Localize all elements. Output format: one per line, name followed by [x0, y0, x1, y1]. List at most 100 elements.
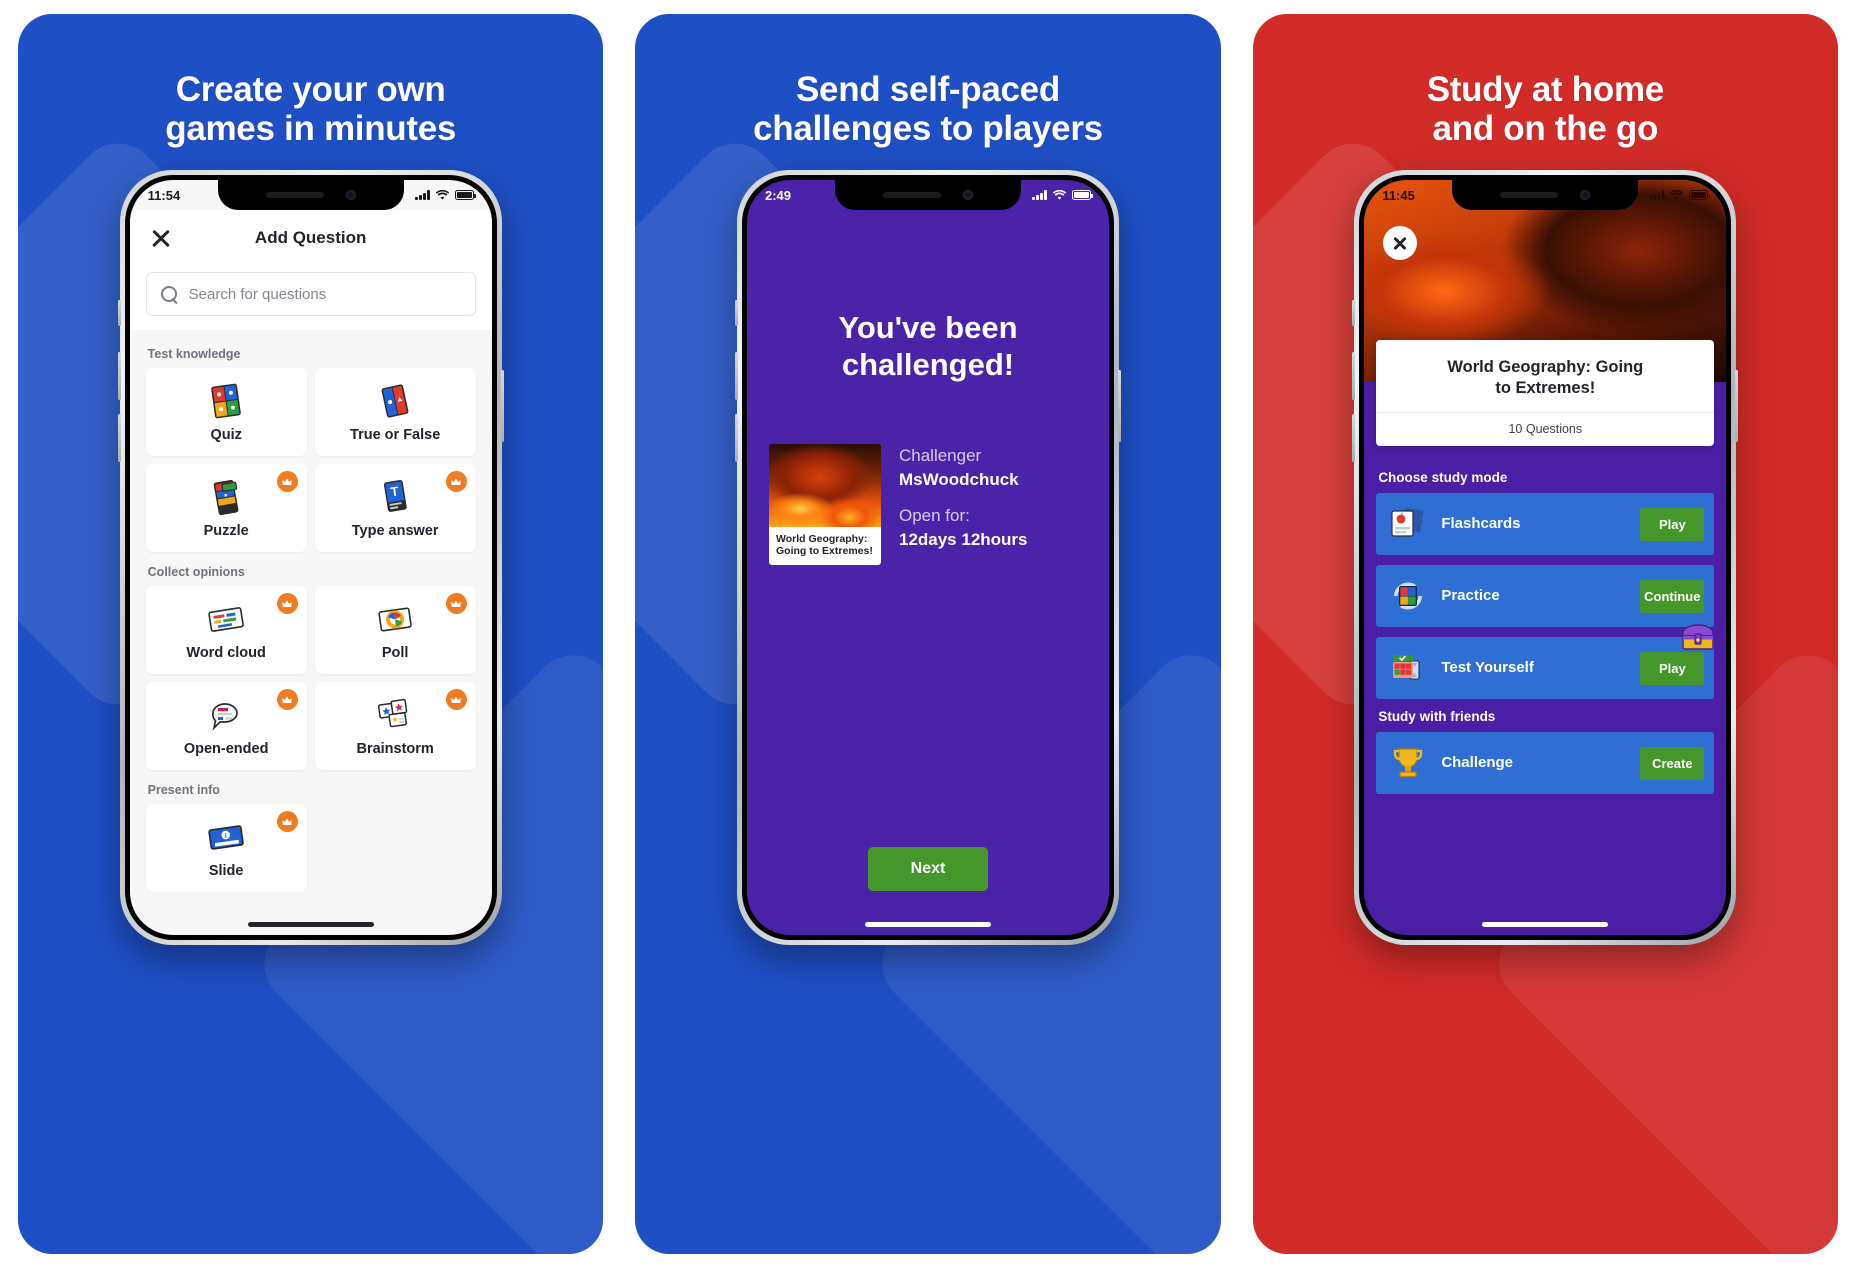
tile-grid-collect-opinions: Word cloud Poll Open-ended Brainstorm [145, 586, 476, 771]
close-icon[interactable] [148, 225, 174, 251]
brainstorm-icon [374, 695, 416, 735]
open-ended-icon [205, 695, 247, 735]
title-line-2: to Extremes! [1495, 378, 1596, 397]
phone-mockup-3: 11:45 World Geography: Going to Extremes… [1352, 170, 1739, 946]
treasure-chest-icon [1678, 621, 1718, 655]
section-label-study-mode: Choose study mode [1378, 470, 1508, 486]
group-label-test-knowledge: Test knowledge [147, 347, 241, 362]
challenge-details: World Geography: Going to Extremes! Chal… [747, 443, 1109, 566]
headline-line-1: You've been [838, 310, 1018, 346]
mode-row-test-yourself[interactable]: Test Yourself Play [1376, 624, 1715, 700]
true-false-icon [374, 381, 416, 421]
tile-brainstorm[interactable]: Brainstorm [314, 682, 476, 771]
status-icons [414, 189, 476, 201]
tile-type-answer[interactable]: T Type answer [314, 464, 476, 553]
type-answer-icon: T [374, 477, 416, 517]
cellular-signal-icon [1649, 190, 1665, 201]
mode-row-flashcards[interactable]: Flashcards Play [1376, 493, 1715, 556]
app-store-screenshot-gallery: Create your own games in minutes 11:54 A… [0, 0, 1856, 1268]
wifi-icon [1052, 189, 1067, 200]
question-count: 10 Questions [1376, 412, 1715, 446]
add-question-header: Add Question [129, 210, 492, 267]
headline-line-1: Study at home [1426, 70, 1665, 109]
slide-icon: i [205, 817, 247, 857]
quiz-icon [205, 381, 247, 421]
phone-volume-up-button [734, 352, 738, 401]
panel-study-anywhere: Study at home and on the go 11:45 World … [1252, 14, 1838, 1254]
premium-crown-icon [276, 811, 298, 833]
phone-volume-down-button [1352, 414, 1356, 463]
premium-crown-icon [276, 689, 298, 711]
panel-headline: Send self-paced challenges to players [733, 70, 1123, 148]
headline-line-2: and on the go [1432, 109, 1659, 149]
mode-name: Challenge [1441, 754, 1513, 772]
panel-create-games: Create your own games in minutes 11:54 A… [18, 14, 604, 1254]
challenger-name: MsWoodchuck [898, 470, 1019, 490]
open-for-label: Open for: [898, 505, 970, 525]
question-type-list: Test knowledge Quiz True or False Puzzle… [130, 330, 492, 893]
battery-icon [454, 190, 476, 201]
mode-name: Test Yourself [1441, 659, 1534, 677]
create-button[interactable]: Create [1640, 746, 1705, 780]
search-input[interactable]: Search for questions [145, 272, 476, 317]
flashcards-icon [1388, 505, 1428, 543]
tile-label: Quiz [210, 427, 242, 444]
game-thumbnail: World Geography: Going to Extremes! [768, 443, 881, 566]
tile-quiz[interactable]: Quiz [145, 368, 307, 457]
lava-image [768, 443, 881, 527]
phone-volume-up-button [1352, 352, 1356, 401]
challenge-headline: You've been challenged! [747, 310, 1109, 383]
screen-study-modes: 11:45 World Geography: Going to Extremes… [1364, 180, 1727, 936]
game-title: World Geography: Going to Extremes! [1376, 340, 1714, 412]
phone-power-button [1735, 370, 1739, 443]
front-camera [962, 190, 973, 201]
home-indicator [864, 922, 991, 928]
play-button[interactable]: Play [1640, 651, 1705, 685]
premium-crown-icon [276, 593, 298, 615]
continue-button[interactable]: Continue [1640, 579, 1705, 613]
mode-info: Flashcards [1441, 515, 1627, 533]
group-label-collect-opinions: Collect opinions [147, 565, 245, 580]
tile-true-or-false[interactable]: True or False [314, 368, 476, 457]
headline-line-2: games in minutes [165, 109, 457, 149]
phone-notch [834, 180, 1021, 211]
phone-notch [1452, 180, 1639, 211]
home-indicator [247, 922, 374, 928]
caption-line-2: Going to Extremes! [775, 545, 873, 558]
mode-row-practice[interactable]: Practice Continue [1376, 565, 1715, 628]
challenger-label: Challenger [898, 445, 982, 465]
tile-grid-present-info: i Slide [145, 804, 476, 893]
phone-mute-switch [117, 300, 121, 327]
phone-volume-down-button [734, 414, 738, 463]
tile-label: Open-ended [183, 741, 269, 758]
tile-word-cloud[interactable]: Word cloud [145, 586, 307, 675]
tile-puzzle[interactable]: Puzzle [145, 464, 307, 553]
tile-poll[interactable]: Poll [314, 586, 476, 675]
phone-volume-up-button [117, 352, 121, 401]
tile-label: Word cloud [186, 645, 266, 662]
tile-slide[interactable]: i Slide [145, 804, 307, 893]
search-placeholder: Search for questions [188, 285, 327, 303]
tile-open-ended[interactable]: Open-ended [145, 682, 307, 771]
screen-challenge-invite: 2:49 You've been challenged! World Geogr… [746, 180, 1109, 936]
close-icon [1391, 234, 1409, 252]
next-button[interactable]: Next [867, 847, 988, 892]
phone-bezel: 11:45 World Geography: Going to Extremes… [1359, 175, 1732, 941]
wifi-icon [1670, 189, 1684, 200]
mode-row-challenge[interactable]: Challenge Create [1376, 732, 1715, 795]
practice-icon [1388, 577, 1428, 615]
panel-headline: Create your own games in minutes [145, 70, 476, 148]
phone-volume-down-button [117, 414, 121, 463]
play-button[interactable]: Play [1640, 507, 1705, 541]
phone-power-button [500, 370, 504, 443]
caption-line-1: World Geography: [775, 532, 868, 545]
title-line-1: World Geography: Going [1447, 358, 1644, 377]
panel-send-challenges: Send self-paced challenges to players 2:… [635, 14, 1221, 1254]
close-button[interactable] [1383, 226, 1418, 261]
status-icons [1648, 189, 1711, 201]
tile-label: Poll [381, 645, 409, 662]
tile-label: Puzzle [203, 523, 249, 540]
test-yourself-icon [1388, 649, 1428, 687]
mode-info: Test Yourself [1441, 659, 1627, 677]
